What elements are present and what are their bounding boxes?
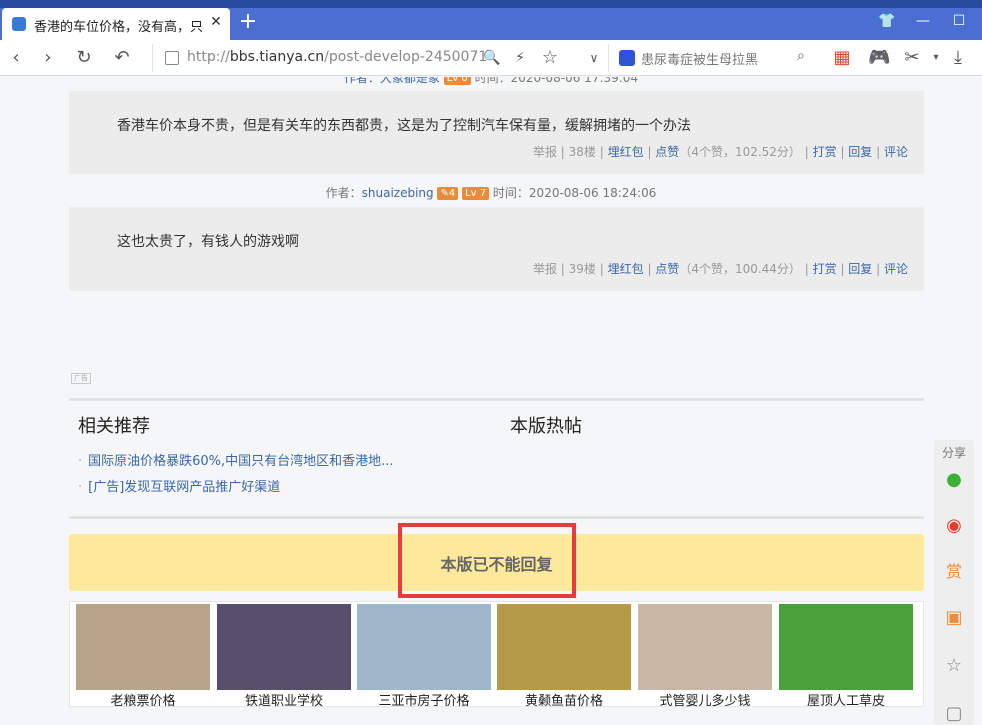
ad-caption[interactable]: 三亚市房子价格: [357, 690, 491, 709]
ad-image[interactable]: [76, 604, 210, 690]
post-38: 香港车价本身不贵，但是有关车的东西都贵，这是为了控制汽车保有量，缓解拥堵的一个办…: [69, 91, 924, 174]
page-info-icon[interactable]: [165, 51, 179, 65]
weibo-icon[interactable]: ◉: [942, 514, 966, 538]
tab-bar: 香港的车位价格，没有高，只有 ✕ + 👕 — ☐: [0, 0, 982, 40]
skin-icon[interactable]: 👕: [878, 12, 896, 30]
post-body: 这也太贵了，有钱人的游戏啊: [117, 234, 299, 250]
ad-caption[interactable]: 老粮票价格: [76, 690, 210, 709]
author-line: 作者：shuaizebing ✎4 Lv 7 时间：2020-08-06 18:…: [325, 186, 657, 200]
game-icon[interactable]: 🎮: [868, 48, 890, 68]
undo-close-icon[interactable]: ↶: [112, 48, 132, 68]
minimize-icon[interactable]: —: [914, 12, 932, 30]
level-badge: Lv 7: [462, 187, 490, 200]
floor-number: 38楼: [568, 145, 596, 159]
divider: [69, 516, 924, 519]
save-icon[interactable]: ▣: [942, 606, 966, 630]
ad-image[interactable]: [638, 604, 772, 690]
post-actions: 举报 | 39楼 | 埋红包 | 点赞（4个赞，100.44分） | 打赏 | …: [532, 262, 908, 276]
ad-caption[interactable]: 黄颡鱼苗价格: [497, 690, 631, 709]
scissors-menu-icon[interactable]: ▾: [926, 48, 946, 68]
ad-image[interactable]: [217, 604, 351, 690]
reward-icon[interactable]: 赏: [942, 560, 966, 584]
reply-link[interactable]: 回复: [848, 145, 872, 159]
ad-caption[interactable]: 屋顶人工草皮: [779, 690, 913, 709]
post-body: 香港车价本身不贵，但是有关车的东西都贵，这是为了控制汽车保有量，缓解拥堵的一个办…: [117, 118, 691, 134]
author-line-partial: 作者：大象都是象 Lv 0 时间：2020-08-06 17:39:04: [0, 77, 982, 86]
level-badge: Lv 0: [443, 77, 471, 85]
ad-caption[interactable]: 式管婴儿多少钱: [638, 690, 772, 709]
search-input[interactable]: 患尿毒症被生母拉黑: [641, 49, 758, 68]
bookmark-star-icon[interactable]: ☆: [540, 48, 560, 68]
related-link[interactable]: · 国际原油价格暴跌60%,中国只有台湾地区和香港地...: [78, 450, 394, 469]
url-text[interactable]: http://bbs.tianya.cn/post-develop-245007…: [187, 49, 487, 65]
reply-link[interactable]: 回复: [848, 262, 872, 276]
tab-close-icon[interactable]: ✕: [208, 14, 224, 32]
ad-item[interactable]: 黄颡鱼苗价格: [497, 604, 631, 709]
chevron-down-icon[interactable]: ∨: [584, 48, 604, 68]
ad-tag: 广告: [71, 373, 91, 384]
active-tab[interactable]: 香港的车位价格，没有高，只有 ✕: [2, 8, 230, 40]
floor-number: 39楼: [568, 262, 596, 276]
favorite-star-icon[interactable]: ☆: [942, 654, 966, 678]
post-actions: 举报 | 38楼 | 埋红包 | 点赞（4个赞，102.52分） | 打赏 | …: [532, 145, 908, 159]
apps-icon[interactable]: ▦: [832, 48, 852, 68]
scissors-icon[interactable]: ✂: [902, 48, 922, 68]
search-icon[interactable]: ⌕: [797, 48, 805, 64]
report-link[interactable]: 举报: [533, 145, 557, 159]
lightning-icon[interactable]: ⚡: [510, 48, 530, 68]
comment-link[interactable]: 评论: [884, 145, 908, 159]
ad-image[interactable]: [497, 604, 631, 690]
like-stats: （4个赞，100.44分）: [679, 262, 801, 276]
edit-badge: ✎4: [437, 187, 459, 200]
post-time: 时间：2020-08-06 18:24:06: [492, 186, 657, 200]
ad-item[interactable]: 老粮票价格: [76, 604, 210, 709]
share-sidebar: 分享 ● ◉ 赏 ▣ ☆ ▢: [934, 440, 974, 725]
hongbao-link[interactable]: 埋红包: [608, 262, 644, 276]
back-icon[interactable]: ‹: [6, 48, 26, 68]
related-link[interactable]: · [广告]发现互联网产品推广好渠道: [78, 476, 280, 495]
tab-title: 香港的车位价格，没有高，只有: [34, 20, 202, 35]
hongbao-link[interactable]: 埋红包: [608, 145, 644, 159]
ad-item[interactable]: 铁道职业学校: [217, 604, 351, 709]
comment-icon[interactable]: ▢: [942, 702, 966, 725]
search-box[interactable]: 患尿毒症被生母拉黑 ⌕: [608, 44, 818, 72]
comment-link[interactable]: 评论: [884, 262, 908, 276]
download-icon[interactable]: ⤓: [948, 48, 968, 68]
nav-bar: ‹ › ↻ ↶ http://bbs.tianya.cn/post-develo…: [0, 40, 982, 76]
post-39: 这也太贵了，有钱人的游戏啊 举报 | 39楼 | 埋红包 | 点赞（4个赞，10…: [69, 207, 924, 291]
ad-image[interactable]: [357, 604, 491, 690]
ad-item[interactable]: 式管婴儿多少钱: [638, 604, 772, 709]
page-content: 作者：大象都是象 Lv 0 时间：2020-08-06 17:39:04 香港车…: [0, 77, 982, 725]
forward-icon[interactable]: ›: [38, 48, 58, 68]
author-name[interactable]: shuaizebing: [362, 186, 434, 200]
reward-link[interactable]: 打赏: [813, 145, 837, 159]
reward-link[interactable]: 打赏: [813, 262, 837, 276]
share-label: 分享: [941, 446, 966, 460]
related-title: 相关推荐: [78, 416, 150, 437]
report-link[interactable]: 举报: [533, 262, 557, 276]
ad-strip: 老粮票价格 铁道职业学校 三亚市房子价格 黄颡鱼苗价格 式管婴儿多少钱 屋顶人工…: [69, 601, 924, 709]
tab-strip-top: [0, 0, 982, 8]
reload-icon[interactable]: ↻: [74, 48, 94, 68]
like-link[interactable]: 点赞: [655, 145, 679, 159]
ad-item[interactable]: 三亚市房子价格: [357, 604, 491, 709]
ad-caption[interactable]: 铁道职业学校: [217, 690, 351, 709]
hot-posts-title: 本版热帖: [510, 416, 582, 437]
maximize-icon[interactable]: ☐: [950, 12, 968, 30]
like-link[interactable]: 点赞: [655, 262, 679, 276]
ad-item[interactable]: 屋顶人工草皮: [779, 604, 913, 709]
wechat-icon[interactable]: ●: [942, 468, 966, 492]
tianya-favicon-icon: [12, 17, 26, 31]
highlight-box: [398, 523, 576, 598]
baidu-icon: [619, 50, 635, 66]
divider: [69, 398, 924, 401]
zoom-icon[interactable]: 🔍: [482, 48, 502, 68]
ad-image[interactable]: [779, 604, 913, 690]
like-stats: （4个赞，102.52分）: [679, 145, 801, 159]
new-tab-icon[interactable]: +: [238, 10, 258, 34]
